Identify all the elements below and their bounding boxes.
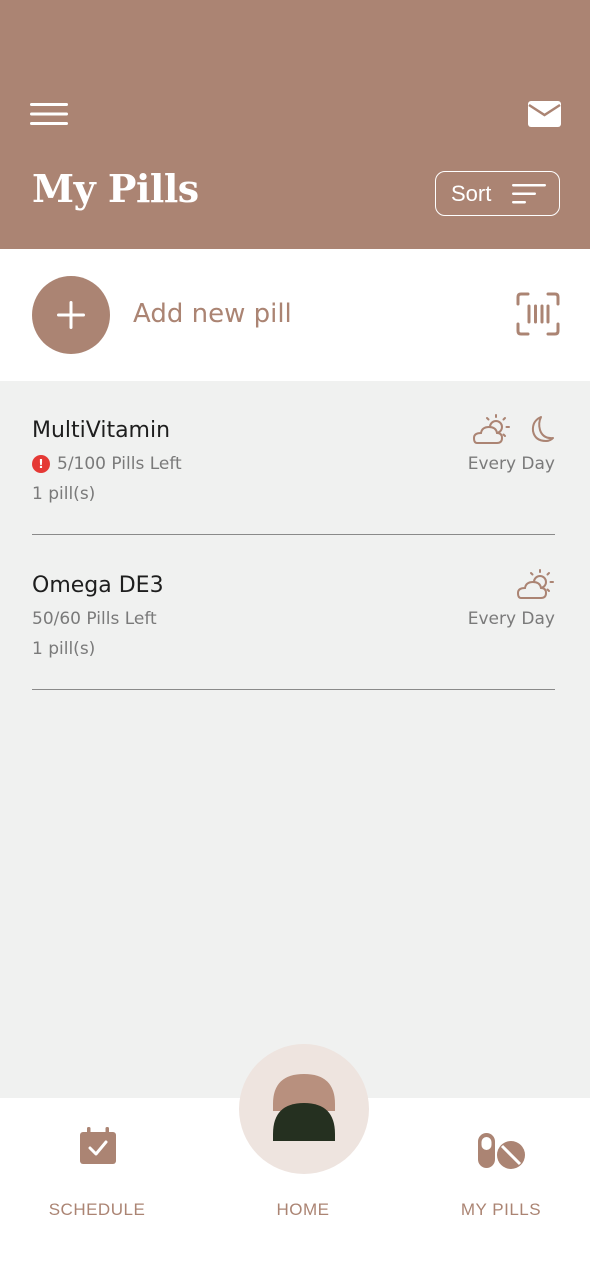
- home-button[interactable]: [239, 1044, 369, 1174]
- pill-list: MultiVitamin ! 5/100 Pills Left 1 pill(s…: [0, 381, 590, 1098]
- sun-cloud-icon: [472, 414, 510, 444]
- divider: [32, 533, 555, 535]
- sort-lines-icon: [512, 184, 546, 204]
- pill-dose: 1 pill(s): [32, 484, 96, 504]
- header: My Pills Sort: [0, 0, 590, 249]
- calendar-check-icon: [80, 1127, 116, 1164]
- home-logo-icon: [273, 1074, 335, 1141]
- envelope-icon[interactable]: [528, 100, 561, 128]
- nav-schedule[interactable]: SCHEDULE: [7, 1098, 187, 1238]
- divider: [32, 688, 555, 690]
- nav-my-pills[interactable]: MY PILLS: [411, 1098, 590, 1238]
- add-pill-row: Add new pill: [0, 249, 590, 381]
- sort-label: Sort: [451, 180, 492, 206]
- pill-list-item[interactable]: Omega DE3 50/60 Pills Left 1 pill(s) Eve…: [32, 536, 555, 690]
- low-stock-warning-icon: !: [32, 455, 50, 473]
- pill-name: MultiVitamin: [32, 418, 171, 443]
- nav-schedule-label: SCHEDULE: [48, 1200, 146, 1219]
- plus-icon: [57, 301, 85, 329]
- hamburger-menu-icon[interactable]: [30, 101, 68, 127]
- pills-left: 5/100 Pills Left: [57, 454, 182, 474]
- pill-dose: 1 pill(s): [32, 639, 96, 659]
- pill-frequency: Every Day: [467, 609, 555, 629]
- sort-button[interactable]: Sort: [435, 171, 560, 216]
- pill-frequency: Every Day: [467, 454, 555, 474]
- pill-list-item[interactable]: MultiVitamin ! 5/100 Pills Left 1 pill(s…: [32, 381, 555, 535]
- nav-home-label: HOME: [276, 1200, 330, 1219]
- pill-name: Omega DE3: [32, 573, 164, 598]
- page-title: My Pills: [32, 166, 199, 211]
- nav-my-pills-label: MY PILLS: [460, 1200, 542, 1219]
- add-pill-label[interactable]: Add new pill: [133, 299, 292, 329]
- pills-icon: [478, 1133, 525, 1169]
- moon-icon: [531, 416, 554, 442]
- sun-cloud-icon: [516, 569, 554, 599]
- barcode-scan-icon[interactable]: [516, 292, 560, 336]
- pills-left: 50/60 Pills Left: [32, 609, 157, 629]
- add-pill-button[interactable]: [32, 276, 110, 354]
